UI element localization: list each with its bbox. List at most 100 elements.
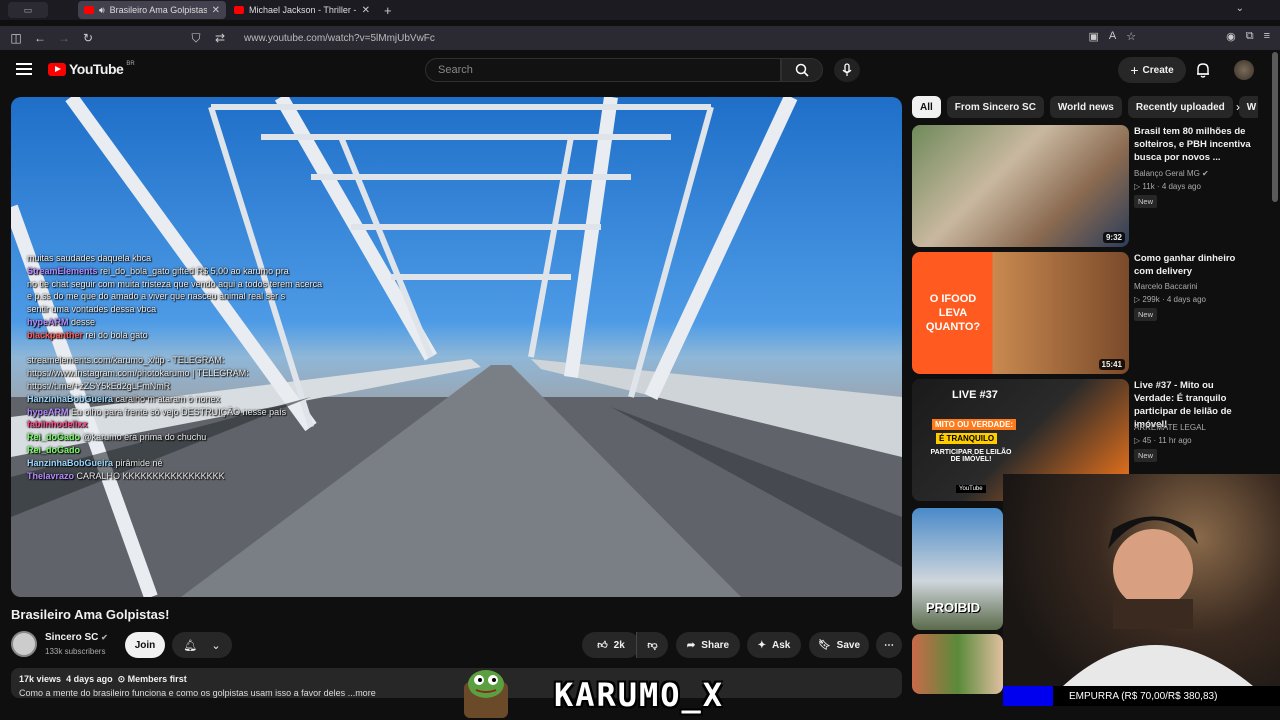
youtube-logo[interactable]: YouTube BR xyxy=(48,61,135,77)
chat-text: CARALHO KKKKKKKKKKKKKKKKK xyxy=(76,470,225,481)
chat-message: streamelements.com/karumo_x/tip - TELEGR… xyxy=(27,354,322,367)
join-button[interactable]: Join xyxy=(125,632,165,658)
audio-icon[interactable]: 🔊︎ xyxy=(99,5,105,16)
chat-message: https://t.me/+zZSY5kEd2gLFmNmR xyxy=(27,380,322,393)
chat-text: rei do bola gato xyxy=(85,329,148,340)
chip-all[interactable]: All xyxy=(912,96,941,118)
back-icon[interactable]: ← xyxy=(28,31,52,45)
dislike-button[interactable]: 👎︎ xyxy=(636,632,668,658)
thumbnail-text: PROIBID xyxy=(926,600,981,615)
chevron-down-icon[interactable]: ⌄ xyxy=(1236,3,1244,14)
thumbs-up-icon: 👍︎ xyxy=(597,640,608,651)
reload-icon[interactable]: ↻ xyxy=(76,31,100,45)
like-button[interactable]: 👍︎ 2k xyxy=(582,632,640,658)
chat-user: hypeARM xyxy=(27,406,69,417)
show-more-link[interactable]: ...more xyxy=(348,688,376,698)
chip-more[interactable]: W xyxy=(1238,96,1258,118)
thumbnail-subtitle: MITO OU VERDADE: xyxy=(932,419,1017,430)
thumbs-down-icon: 👎︎ xyxy=(647,640,658,651)
chevron-right-icon[interactable]: › xyxy=(1236,100,1240,114)
chat-user: StreamElements xyxy=(27,265,98,276)
channel-avatar[interactable] xyxy=(11,631,37,657)
video-thumbnail[interactable] xyxy=(912,634,1003,694)
sidebar-toggle-icon[interactable]: ▭ xyxy=(8,2,48,18)
voice-search-button[interactable] xyxy=(834,58,860,82)
recommendation-item[interactable]: 9:32 Brasil tem 80 milhões de solteiros,… xyxy=(912,125,1262,247)
video-thumbnail[interactable]: 9:32 xyxy=(912,125,1129,247)
verified-icon: ✔ xyxy=(101,633,108,642)
search-input[interactable]: Search xyxy=(425,58,781,82)
screenshot-icon[interactable]: ▣ xyxy=(1088,30,1098,43)
new-badge: New xyxy=(1134,449,1158,462)
video-thumbnail[interactable]: PROIBID xyxy=(912,508,1003,630)
chip-world-news[interactable]: World news xyxy=(1049,96,1122,118)
chat-message: sentir uma vontades dessa vbca xyxy=(27,303,322,316)
chat-text: pirâmide né xyxy=(115,457,163,468)
view-count: 17k views xyxy=(19,674,62,684)
tab-michael-jackson[interactable]: Michael Jackson - Thriller - Thr ✕ xyxy=(228,1,376,19)
tab-brasileiro[interactable]: 🔊︎ Brasileiro Ama Golpistas! - ✕ xyxy=(78,1,226,19)
permissions-icon[interactable]: ⇄ xyxy=(208,31,232,45)
create-button[interactable]: + Create xyxy=(1118,57,1186,83)
notifications-button[interactable] xyxy=(1196,62,1210,83)
view-count: 11k xyxy=(1142,182,1155,191)
streamer-figure xyxy=(1063,516,1253,686)
chat-message: e p.ss do me que do amado a viver que na… xyxy=(27,290,322,303)
chip-recently-uploaded[interactable]: Recently uploaded xyxy=(1127,96,1233,118)
menu-icon[interactable]: ≡ xyxy=(1264,30,1270,43)
bookmark-star-icon[interactable]: ☆ xyxy=(1126,30,1136,43)
chat-text: no tie chat seguir com muita tristeza qu… xyxy=(27,278,323,289)
chat-message: fabiinhodelixx xyxy=(27,418,322,431)
browser-tab-bar: ▭ 🔊︎ Brasileiro Ama Golpistas! - ✕ Micha… xyxy=(0,0,1280,20)
recommendation-item[interactable]: O IFOOD LEVA QUANTO? 15:41 Como ganhar d… xyxy=(912,252,1262,374)
chat-message: hypeARM desse xyxy=(27,316,322,329)
logo-text: YouTube xyxy=(69,61,124,77)
close-tab-icon[interactable]: ✕ xyxy=(362,5,370,16)
account-icon[interactable]: ◉ xyxy=(1226,30,1236,43)
forward-icon[interactable]: → xyxy=(52,31,76,45)
new-tab-icon[interactable]: + xyxy=(384,3,392,18)
url-input[interactable]: www.youtube.com/watch?v=5lMmjUbVwFc xyxy=(244,33,435,44)
thumbnail-subtitle-3: PARTICIPAR DE LEILÃO DE IMÓVEL! xyxy=(930,449,1012,463)
upload-age: 11 hr ago xyxy=(1158,436,1192,445)
bell-icon: 🔔︎ xyxy=(183,639,198,652)
sidebar-icon[interactable]: ◫ xyxy=(4,31,28,45)
members-first-label: Members first xyxy=(127,674,187,684)
close-tab-icon[interactable]: ✕ xyxy=(212,5,220,16)
save-button[interactable]: 🔖︎ Save xyxy=(809,632,869,658)
chat-text: desse xyxy=(71,316,96,327)
extensions-icon[interactable]: ⧉ xyxy=(1246,30,1254,43)
video-thumbnail[interactable]: O IFOOD LEVA QUANTO? 15:41 xyxy=(912,252,1129,374)
shield-icon[interactable]: ⛉ xyxy=(184,31,208,46)
share-button[interactable]: ➦ Share xyxy=(676,632,740,658)
play-icon: ▷ xyxy=(1134,182,1141,191)
chip-from-channel[interactable]: From Sincero SC xyxy=(946,96,1044,118)
chat-user: Thelavrazo xyxy=(27,470,75,481)
plus-icon: + xyxy=(1130,62,1139,78)
user-avatar[interactable] xyxy=(1234,60,1254,80)
description-line: Como a mente do brasileiro funciona e co… xyxy=(19,688,894,698)
description-box[interactable]: 17k views 4 days ago ⊙ Members first Com… xyxy=(11,668,902,698)
video-player[interactable]: muitas saudades daquela kbca StreamEleme… xyxy=(11,97,902,597)
recommendation-title[interactable]: Como ganhar dinheiro com delivery xyxy=(1134,252,1254,278)
recommendation-channel[interactable]: ARREMATE LEGAL xyxy=(1134,423,1206,432)
page-scrollbar[interactable] xyxy=(1272,52,1278,202)
channel-name[interactable]: Sincero SC ✔ xyxy=(45,632,108,643)
youtube-play-icon xyxy=(48,62,66,76)
chat-message: HanzinhaBobGueira pirâmide né xyxy=(27,457,322,470)
hamburger-menu-icon[interactable] xyxy=(16,63,32,75)
sparkle-icon: ✦ xyxy=(757,639,767,651)
chat-user: HanzinhaBobGueira xyxy=(27,393,114,404)
recommendation-title[interactable]: Brasil tem 80 milhões de solteiros, e PB… xyxy=(1134,125,1254,164)
subscribe-notifications-button[interactable]: 🔔︎ ⌄ xyxy=(172,632,232,658)
bell-icon xyxy=(1197,63,1209,78)
recommendation-channel[interactable]: Marcelo Baccarini xyxy=(1134,282,1198,291)
chat-message: muitas saudades daquela kbca xyxy=(27,252,322,265)
search-button[interactable] xyxy=(781,58,823,82)
more-actions-button[interactable]: ⋯ xyxy=(876,632,902,658)
tab-title: Brasileiro Ama Golpistas! - xyxy=(109,5,207,15)
translate-icon[interactable]: A xyxy=(1109,30,1116,43)
ask-button[interactable]: ✦ Ask xyxy=(747,632,801,658)
upload-age: 4 days ago xyxy=(1161,182,1201,191)
recommendation-channel[interactable]: Balanço Geral MG ✔ xyxy=(1134,169,1209,178)
